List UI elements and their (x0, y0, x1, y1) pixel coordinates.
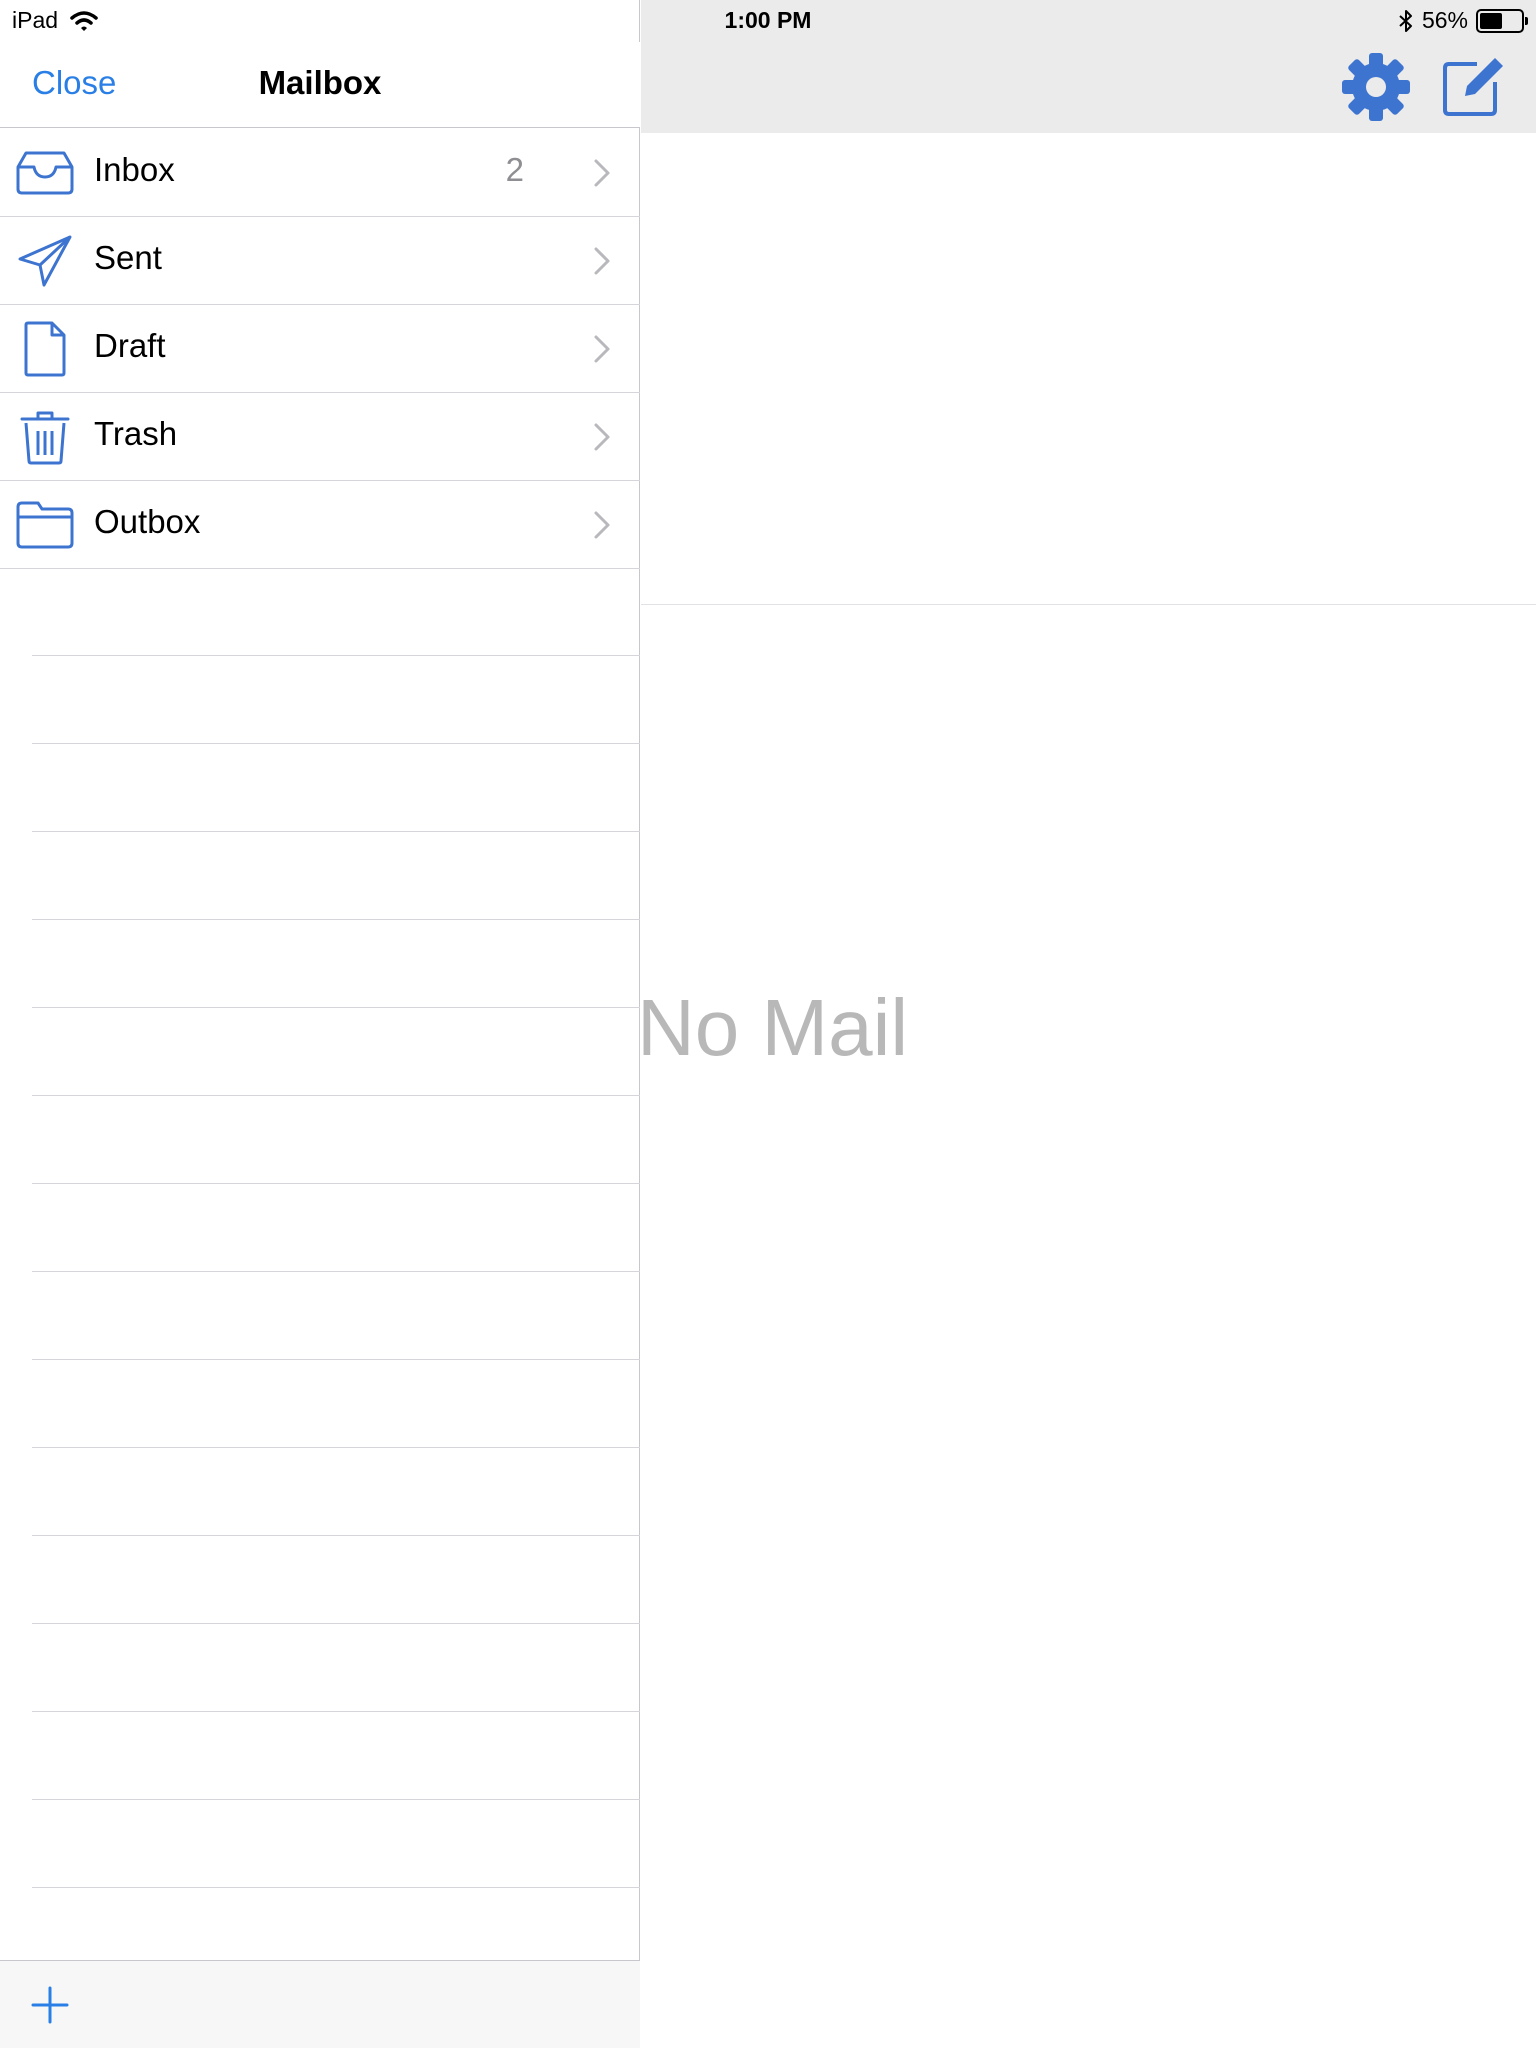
empty-row (0, 920, 640, 1008)
compose-icon[interactable] (1441, 52, 1507, 118)
empty-row (0, 1712, 640, 1800)
folder-label: Sent (94, 239, 162, 276)
empty-row (0, 744, 640, 832)
trash-icon (20, 411, 70, 465)
message-detail-pane: No Mail (637, 0, 1536, 2048)
empty-row (0, 1008, 640, 1096)
folder-label: Outbox (94, 503, 201, 540)
bluetooth-icon (1399, 9, 1412, 32)
battery-percent: 56% (1421, 7, 1468, 33)
empty-row (0, 1184, 640, 1272)
sidebar-nav-bar: Close Mailbox (0, 42, 640, 128)
empty-row (0, 1624, 640, 1712)
empty-row (0, 1448, 640, 1536)
status-time: 1:00 PM (724, 7, 812, 33)
folder-icon (16, 501, 74, 549)
empty-row (0, 656, 640, 744)
empty-row (0, 568, 640, 656)
document-icon (24, 321, 66, 377)
empty-state-message: No Mail (637, 983, 909, 1072)
paper-plane-icon (18, 235, 72, 287)
empty-row (0, 1272, 640, 1360)
chevron-right-icon (594, 511, 610, 539)
empty-row (0, 1800, 640, 1888)
empty-list-rows (0, 568, 640, 1976)
chevron-right-icon (594, 423, 610, 451)
sidebar-title: Mailbox (258, 64, 382, 101)
mail-app-screen: Close Mailbox Inbox 2 Sent Draft Trash O… (0, 0, 1536, 2048)
folder-row-sent[interactable]: Sent (0, 217, 640, 305)
status-right: 56% (1398, 7, 1528, 34)
battery-icon (1476, 8, 1528, 33)
folder-label: Draft (94, 327, 166, 364)
inbox-tray-icon (16, 151, 74, 195)
detail-divider (641, 604, 1536, 605)
empty-row (0, 1360, 640, 1448)
mailbox-sidebar: Close Mailbox Inbox 2 Sent Draft Trash O… (0, 0, 640, 2048)
unread-count-badge: 2 (505, 151, 524, 188)
folder-list: Inbox 2 Sent Draft Trash Outbox (0, 129, 640, 569)
sidebar-bottom-toolbar (0, 1960, 640, 2048)
empty-row (0, 832, 640, 920)
status-bar: iPad 1:00 PM 56% (0, 0, 1536, 42)
empty-row (0, 1536, 640, 1624)
folder-label: Trash (94, 415, 178, 452)
folder-row-inbox[interactable]: Inbox 2 (0, 129, 640, 217)
chevron-right-icon (594, 247, 610, 275)
battery-fill (1480, 12, 1503, 29)
folder-label: Inbox (94, 151, 175, 188)
plus-icon[interactable] (30, 1985, 70, 2025)
folder-row-trash[interactable]: Trash (0, 393, 640, 481)
folder-row-draft[interactable]: Draft (0, 305, 640, 393)
empty-row (0, 1096, 640, 1184)
folder-row-outbox[interactable]: Outbox (0, 481, 640, 569)
chevron-right-icon (594, 159, 610, 187)
gear-icon[interactable] (1341, 52, 1411, 122)
chevron-right-icon (594, 335, 610, 363)
